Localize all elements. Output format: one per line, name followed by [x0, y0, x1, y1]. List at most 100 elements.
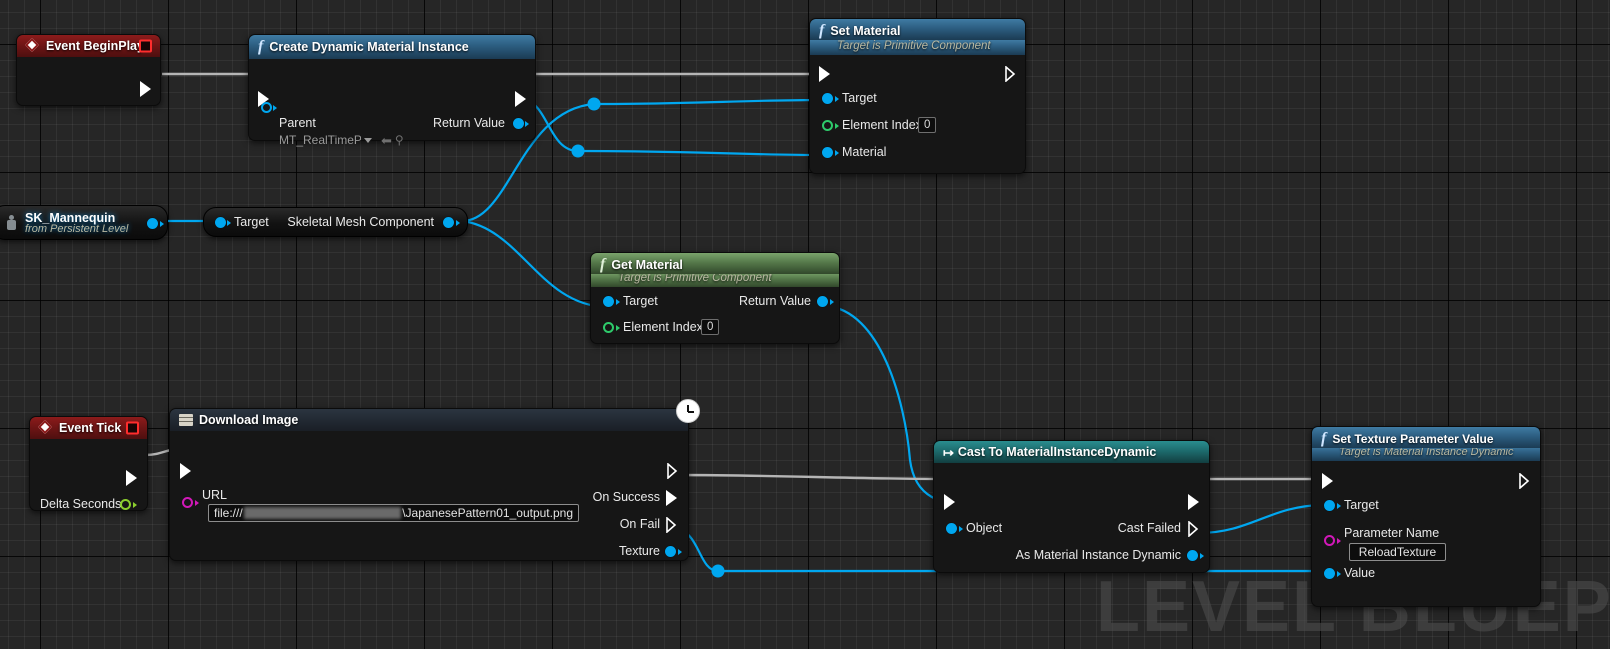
pin-label-cast-failed: Cast Failed — [1117, 521, 1181, 535]
node-title: Event Tick — [59, 421, 122, 435]
node-get-material[interactable]: f Get Material Target is Primitive Compo… — [590, 252, 840, 344]
node-create-dynamic-material-instance[interactable]: f Create Dynamic Material Instance Paren… — [248, 34, 536, 147]
node-skeletal-mesh-component[interactable]: Target Skeletal Mesh Component — [203, 207, 468, 237]
node-body: Delta Seconds — [30, 439, 147, 511]
pin-return-value-arrow — [525, 121, 529, 127]
node-body: Object Cast Failed As Material Instance … — [934, 463, 1209, 572]
exec-output-pin[interactable] — [140, 81, 151, 97]
pin-label-target: Target — [623, 294, 658, 308]
node-header: Event Tick — [30, 417, 147, 439]
reroute-knot — [711, 564, 725, 578]
node-title: Cast To MaterialInstanceDynamic — [957, 445, 1157, 459]
parameter-name-input[interactable]: ReloadTexture — [1349, 543, 1446, 561]
exec-output-pin[interactable] — [1188, 494, 1199, 510]
node-cast-to-material-instance-dynamic[interactable]: ↦ Cast To MaterialInstanceDynamic Object… — [933, 440, 1210, 573]
function-f-icon: f — [819, 22, 825, 39]
pin-component-output[interactable] — [443, 217, 454, 228]
reroute-knot — [571, 144, 585, 158]
pin-delta-seconds[interactable] — [120, 499, 131, 510]
exec-output-on-fail[interactable] — [666, 517, 677, 533]
node-event-begin-play[interactable]: Event BeginPlay — [16, 34, 161, 106]
node-header: f Set Material — [810, 19, 1025, 40]
pin-as-material-instance-dynamic[interactable] — [1187, 550, 1198, 561]
node-header: ↦ Cast To MaterialInstanceDynamic — [934, 441, 1209, 463]
exec-output-cast-failed[interactable] — [1188, 521, 1199, 537]
pin-target[interactable] — [1324, 500, 1335, 511]
url-redacted-region — [243, 507, 402, 519]
pin-return-value[interactable] — [513, 118, 524, 129]
exec-input-pin[interactable] — [1322, 473, 1333, 489]
pin-object[interactable] — [946, 523, 957, 534]
pin-label-material: Material — [842, 145, 887, 159]
actor-icon — [5, 215, 18, 230]
pin-label-target: Target — [842, 91, 877, 105]
use-selected-icon[interactable]: ⬅ — [381, 134, 392, 147]
pin-label-parameter-name: Parameter Name — [1344, 526, 1440, 540]
pin-value-arrow — [1337, 571, 1341, 577]
pin-target-arrow — [227, 220, 231, 226]
blueprint-graph-canvas[interactable]: LEVEL BLUEPRINT Event BeginPlay f Create… — [0, 0, 1610, 649]
stop-square-icon[interactable] — [126, 421, 139, 435]
node-body: Target Element Index 0 Return Value — [591, 287, 839, 343]
node-title: Event BeginPlay — [46, 39, 144, 53]
pin-material[interactable] — [822, 147, 833, 158]
node-sk-mannequin[interactable]: SK_Mannequin from Persistent Level — [0, 205, 168, 240]
download-image-icon — [179, 414, 193, 426]
pin-actor-output[interactable] — [147, 218, 158, 229]
pin-label-return-value: Return Value — [738, 294, 811, 308]
node-header: f Create Dynamic Material Instance — [249, 35, 535, 59]
pin-target-arrow — [1337, 503, 1341, 509]
pin-parent-arrow — [273, 105, 277, 111]
pin-label-target: Target — [234, 215, 269, 229]
pin-value[interactable] — [1324, 568, 1335, 579]
parent-asset-value: MT_RealTimePre — [279, 133, 361, 147]
pin-element-index[interactable] — [822, 120, 833, 131]
pin-url[interactable] — [182, 497, 193, 508]
pin-target[interactable] — [603, 296, 614, 307]
pin-parameter-name[interactable] — [1324, 535, 1335, 546]
node-title: Create Dynamic Material Instance — [269, 40, 469, 54]
url-input[interactable]: file:/// \JapanesePattern01_output.png — [208, 504, 579, 522]
pin-label-parent: Parent — [279, 116, 316, 130]
function-f-icon: f — [258, 38, 264, 55]
node-set-texture-parameter-value[interactable]: f Set Texture Parameter Value Target is … — [1311, 426, 1541, 607]
element-index-input[interactable]: 0 — [701, 319, 720, 335]
exec-output-pin[interactable] — [1005, 66, 1016, 82]
browse-asset-icon[interactable]: ⚲ — [395, 134, 404, 146]
chevron-down-icon[interactable] — [364, 137, 372, 143]
exec-output-pin[interactable] — [126, 470, 137, 486]
pin-label-value: Value — [1344, 566, 1376, 580]
cast-arrow-icon: ↦ — [943, 444, 954, 460]
pin-parent[interactable] — [261, 102, 272, 113]
pin-target[interactable] — [215, 217, 226, 228]
exec-output-pin[interactable] — [1519, 473, 1530, 489]
pin-label-on-success: On Success — [592, 490, 660, 504]
pin-url-arrow — [195, 500, 199, 506]
node-title: Get Material — [611, 258, 683, 272]
exec-input-pin[interactable] — [944, 494, 955, 510]
pin-as-mid-arrow — [1200, 553, 1204, 559]
pin-label-element-index: Element Index — [623, 320, 703, 334]
pin-element-index-arrow — [616, 325, 620, 331]
pin-parameter-name-arrow — [1337, 538, 1341, 544]
pin-actor-output-arrow — [160, 221, 164, 227]
node-event-tick[interactable]: Event Tick Delta Seconds — [29, 416, 148, 511]
pin-texture[interactable] — [665, 546, 676, 557]
node-download-image[interactable]: Download Image URL file:/// \JapanesePatt… — [169, 399, 700, 561]
exec-input-pin[interactable] — [180, 463, 191, 479]
pin-target[interactable] — [822, 93, 833, 104]
exec-output-pin[interactable] — [515, 91, 526, 107]
pin-target-arrow — [835, 96, 839, 102]
node-subtitle: from Persistent Level — [25, 222, 129, 235]
pin-element-index[interactable] — [603, 322, 614, 333]
exec-output-on-success[interactable] — [666, 490, 677, 506]
node-header: f Get Material — [591, 253, 839, 274]
pin-return-value[interactable] — [817, 296, 828, 307]
stop-square-icon[interactable] — [139, 39, 152, 53]
exec-input-pin[interactable] — [819, 66, 830, 82]
exec-output-pin[interactable] — [667, 463, 678, 479]
parent-asset-combo[interactable]: MT_RealTimePre ⬅ ⚲ — [279, 133, 404, 147]
element-index-input[interactable]: 0 — [918, 117, 937, 133]
node-body: Target Parameter Name ReloadTexture Valu… — [1312, 461, 1540, 606]
node-set-material[interactable]: f Set Material Target is Primitive Compo… — [809, 18, 1026, 174]
